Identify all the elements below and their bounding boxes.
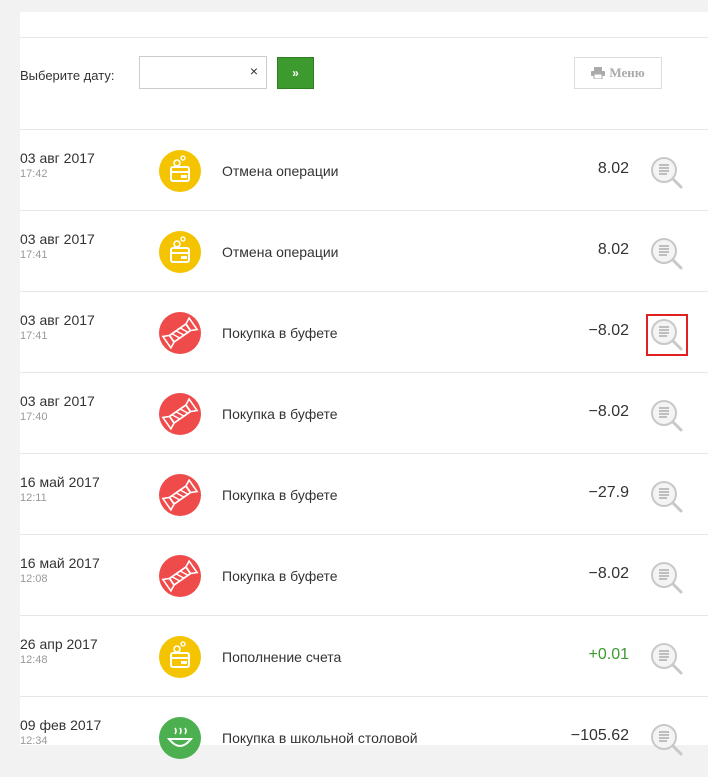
transaction-date: 03 авг 2017 <box>20 231 95 247</box>
transaction-row: 16 май 2017 12:08 Покупка в буфете −8.02 <box>20 534 708 615</box>
transaction-date: 16 май 2017 <box>20 474 100 490</box>
transaction-date: 03 авг 2017 <box>20 312 95 328</box>
transaction-row: 03 авг 2017 17:40 Покупка в буфете −8.02 <box>20 372 708 453</box>
transaction-time: 17:41 <box>20 249 48 261</box>
details-magnifier-icon[interactable] <box>648 478 686 516</box>
candy-icon <box>159 312 201 354</box>
transaction-title: Покупка в буфете <box>222 487 338 503</box>
transaction-title: Покупка в буфете <box>222 406 338 422</box>
apply-date-button[interactable]: » <box>277 57 314 89</box>
transaction-time: 12:34 <box>20 735 48 747</box>
wallet-coin-icon <box>159 636 201 678</box>
transaction-amount: −8.02 <box>588 403 629 420</box>
transaction-date: 26 апр 2017 <box>20 636 98 652</box>
details-magnifier-icon[interactable] <box>648 154 686 192</box>
transaction-time: 17:40 <box>20 411 48 423</box>
transaction-time: 17:41 <box>20 330 48 342</box>
details-magnifier-icon[interactable] <box>648 559 686 597</box>
transaction-list: 03 авг 2017 17:42 Отмена операции 8.02 03 ав… <box>20 129 708 777</box>
menu-button-label: Меню <box>609 65 645 80</box>
transaction-amount: −8.02 <box>588 565 629 582</box>
transaction-date: 03 авг 2017 <box>20 393 95 409</box>
details-magnifier-icon[interactable] <box>648 721 686 759</box>
wallet-coin-icon <box>159 231 201 273</box>
transaction-row: 03 авг 2017 17:41 Отмена операции 8.02 <box>20 210 708 291</box>
transaction-row: 03 авг 2017 17:41 Покупка в буфете −8.02 <box>20 291 708 372</box>
transaction-row: 16 май 2017 12:11 Покупка в буфете −27.9 <box>20 453 708 534</box>
transaction-amount: −27.9 <box>588 484 629 501</box>
date-input-box: × <box>139 56 267 89</box>
date-input[interactable] <box>140 57 252 88</box>
transaction-date: 16 май 2017 <box>20 555 100 571</box>
transaction-time: 12:48 <box>20 654 48 666</box>
transaction-row: 03 авг 2017 17:42 Отмена операции 8.02 <box>20 129 708 210</box>
transaction-time: 12:11 <box>20 492 47 504</box>
transaction-amount: −8.02 <box>588 322 629 339</box>
transaction-amount: −105.62 <box>570 727 629 744</box>
transaction-time: 12:08 <box>20 573 48 585</box>
transaction-date: 09 фев 2017 <box>20 717 102 733</box>
transaction-row: 26 апр 2017 12:48 Пополнение счета +0.01 <box>20 615 708 696</box>
transaction-row: 09 фев 2017 12:34 Покупка в школьной столо… <box>20 696 708 777</box>
details-magnifier-icon[interactable] <box>648 640 686 678</box>
transaction-amount: 8.02 <box>597 241 629 258</box>
printer-icon <box>591 67 606 79</box>
clear-date-button[interactable]: × <box>250 63 258 79</box>
date-filter-label: Выберите дату: <box>20 68 115 83</box>
transaction-amount: 8.02 <box>597 160 629 177</box>
date-filter-bar: Выберите дату: × » Меню <box>20 38 708 118</box>
transaction-title: Покупка в школьной столовой <box>222 730 418 746</box>
candy-icon <box>159 474 201 516</box>
food-bowl-icon <box>159 717 201 759</box>
transaction-title: Отмена операции <box>222 244 339 260</box>
transaction-title: Пополнение счета <box>222 649 342 665</box>
candy-icon <box>159 555 201 597</box>
transaction-title: Покупка в буфете <box>222 325 338 341</box>
transaction-title: Отмена операции <box>222 163 339 179</box>
transaction-title: Покупка в буфете <box>222 568 338 584</box>
details-magnifier-icon[interactable] <box>646 314 688 356</box>
transaction-amount: +0.01 <box>588 646 629 663</box>
candy-icon <box>159 393 201 435</box>
wallet-coin-icon <box>159 150 201 192</box>
details-magnifier-icon[interactable] <box>648 397 686 435</box>
transaction-time: 17:42 <box>20 168 48 180</box>
menu-button[interactable]: Меню <box>574 57 662 89</box>
transaction-date: 03 авг 2017 <box>20 150 95 166</box>
details-magnifier-icon[interactable] <box>648 235 686 273</box>
